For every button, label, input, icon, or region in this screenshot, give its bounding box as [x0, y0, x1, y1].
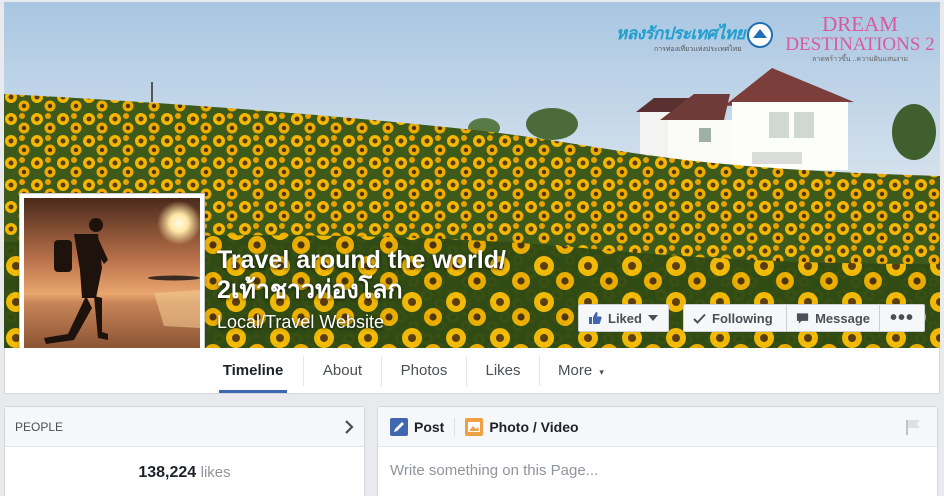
composer-tabs: Post Photo / Video [378, 407, 937, 447]
dream-logo-subtext: ลาดพร้าวขึ้น ..ความฝันแสนงาม [812, 56, 908, 63]
flag-icon[interactable] [905, 419, 921, 435]
dream-logo-line2: DESTINATIONS 2 [785, 34, 935, 55]
speech-bubble-icon [796, 312, 809, 324]
page-nav-bar: Timeline About Photos Likes More ▾ [4, 348, 940, 394]
tat-logo-text: หลงรักประเทศไทย [616, 24, 745, 44]
page-title: Travel around the world/ 2เท้าชาวท่องโลก [217, 245, 506, 305]
nav-divider [539, 356, 540, 386]
likes-count[interactable]: 138,224 [138, 464, 196, 481]
likes-word: likes [200, 464, 231, 481]
liked-button[interactable]: Liked [578, 304, 669, 332]
following-label: Following [712, 310, 773, 326]
tat-logo-subtext: การท่องเที่ยวแห่งประเทศไทย [654, 46, 742, 53]
page-category[interactable]: Local/Travel Website [217, 311, 384, 333]
tab-more[interactable]: More ▾ [546, 348, 616, 393]
composer-tab-photo-video[interactable]: Photo / Video [465, 417, 579, 436]
composer-divider [454, 417, 456, 436]
chevron-right-icon[interactable] [344, 419, 354, 434]
tab-likes[interactable]: Likes [473, 348, 533, 393]
chevron-down-icon [647, 315, 658, 321]
profile-photo-image [24, 198, 201, 372]
dream-destinations-logo: DREAM DESTINATIONS 2 ลาดพร้าวขึ้น ..ความ… [784, 6, 936, 64]
people-header[interactable]: PEOPLE [5, 407, 364, 447]
tat-emblem-icon [747, 22, 773, 48]
tab-about[interactable]: About [310, 348, 375, 393]
composer-tab-post-label: Post [414, 418, 445, 435]
checkmark-icon [693, 313, 706, 324]
tab-photos[interactable]: Photos [388, 348, 460, 393]
page-title-line1: Travel around the world/ [217, 246, 506, 274]
composer-tab-post[interactable]: Post [390, 417, 445, 436]
dream-logo-line1: DREAM [822, 12, 898, 36]
tat-logo: หลงรักประเทศไทย การท่องเที่ยวแห่งประเทศไ… [614, 6, 779, 58]
page-title-line2: 2เท้าชาวท่องโลก [217, 276, 403, 304]
caret-down-icon: ▾ [599, 367, 604, 377]
tab-more-label: More [558, 362, 593, 379]
thumbs-up-icon [589, 312, 602, 324]
people-panel: PEOPLE 138,224 likes [4, 406, 365, 496]
message-button[interactable]: Message [786, 304, 880, 332]
composer-tab-photo-label: Photo / Video [489, 418, 579, 435]
likes-count-row: 138,224 likes [5, 464, 364, 482]
pencil-icon [390, 417, 408, 436]
more-actions-button[interactable]: ••• [879, 304, 925, 332]
post-composer: Post Photo / Video Write something on th… [377, 406, 938, 496]
liked-label: Liked [608, 310, 642, 326]
people-title: PEOPLE [15, 419, 64, 434]
nav-divider [303, 356, 304, 386]
composer-input[interactable]: Write something on this Page... [378, 447, 937, 494]
message-label: Message [815, 310, 870, 326]
photo-icon [465, 417, 484, 436]
nav-divider [381, 356, 382, 386]
following-button[interactable]: Following [683, 304, 787, 332]
nav-divider [466, 356, 467, 386]
ellipsis-icon: ••• [889, 307, 914, 329]
tab-timeline[interactable]: Timeline [219, 348, 287, 393]
